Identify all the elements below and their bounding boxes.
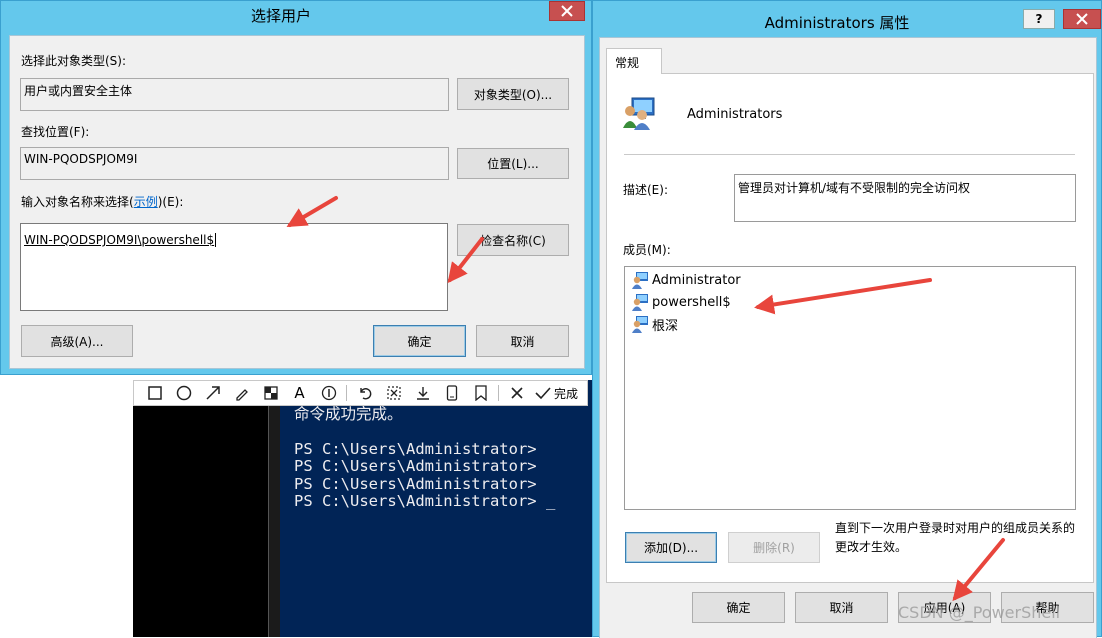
- advanced-button[interactable]: 高级(A)...: [21, 325, 133, 357]
- rectangle-icon[interactable]: [140, 381, 169, 405]
- member-name: powershell$: [652, 294, 731, 310]
- user-icon: [632, 294, 648, 311]
- ok-button[interactable]: 确定: [692, 592, 785, 623]
- locations-button[interactable]: 位置(L)...: [457, 148, 569, 179]
- object-names-label-post: )(E):: [157, 195, 184, 209]
- description-label: 描述(E):: [623, 183, 668, 197]
- remove-button[interactable]: 删除(R): [728, 532, 820, 563]
- object-type-field: 用户或内置安全主体: [20, 78, 449, 111]
- object-type-label: 选择此对象类型(S):: [21, 54, 127, 68]
- number-marker-icon[interactable]: [314, 381, 343, 405]
- members-label: 成员(M):: [623, 243, 671, 257]
- member-name: Administrator: [652, 272, 741, 288]
- tab-general[interactable]: 常规: [606, 48, 662, 74]
- check-icon: [535, 387, 551, 400]
- help-icon[interactable]: ?: [1023, 9, 1055, 29]
- check-names-button[interactable]: 检查名称(C): [457, 224, 569, 256]
- powershell-line: PS C:\Users\Administrator> _: [294, 492, 556, 510]
- phone-icon[interactable]: [437, 381, 466, 405]
- toolbar-divider: [346, 385, 347, 401]
- download-icon[interactable]: [408, 381, 437, 405]
- members-list[interactable]: Administrator powershell$ 根深: [624, 266, 1076, 510]
- powershell-window[interactable]: 命令成功完成。 PS C:\Users\Administrator> PS C:\…: [280, 380, 602, 637]
- member-name: 根深: [652, 318, 679, 334]
- user-icon: [632, 272, 648, 289]
- crop-icon[interactable]: [379, 381, 408, 405]
- membership-note: 直到下一次用户登录时对用户的组成员关系的更改才生效。: [835, 521, 1076, 554]
- object-names-label-pre: 输入对象名称来选择(: [21, 195, 134, 209]
- powershell-line: PS C:\Users\Administrator>: [294, 474, 546, 493]
- done-label: 完成: [554, 386, 579, 401]
- location-label: 查找位置(F):: [21, 125, 90, 139]
- group-name: Administrators: [687, 107, 783, 122]
- ellipse-icon[interactable]: [169, 381, 198, 405]
- list-item[interactable]: Administrator: [631, 269, 1069, 291]
- location-field: WIN-PQODSPJOM9I: [20, 147, 449, 180]
- mosaic-icon[interactable]: [256, 381, 285, 405]
- watermark: CSDN @_PowerShell: [898, 603, 1061, 622]
- cancel-icon[interactable]: [502, 381, 531, 405]
- undo-icon[interactable]: [350, 381, 379, 405]
- dialog-title: 选择用户: [250, 7, 311, 25]
- arrow-icon[interactable]: [198, 381, 227, 405]
- text-caret: ​: [215, 233, 217, 247]
- examples-link[interactable]: 示例: [134, 195, 158, 209]
- terminal-scrollbar[interactable]: [268, 380, 280, 637]
- group-icon: [622, 96, 658, 133]
- list-item[interactable]: powershell$: [631, 291, 1069, 313]
- object-names-value: WIN-PQODSPJOM9I\powershell$: [24, 233, 215, 247]
- cancel-button[interactable]: 取消: [476, 325, 569, 357]
- ok-button[interactable]: 确定: [373, 325, 466, 357]
- object-names-label: 输入对象名称来选择(示例)(E):: [21, 193, 183, 210]
- list-item[interactable]: 根深: [631, 313, 1069, 335]
- text-icon[interactable]: A: [285, 381, 314, 405]
- close-icon: [1076, 13, 1088, 25]
- bookmark-icon[interactable]: [466, 381, 495, 405]
- terminal-background: [133, 380, 273, 637]
- close-button[interactable]: [1063, 9, 1101, 29]
- separator: [624, 154, 1075, 155]
- user-icon: [632, 316, 648, 333]
- toolbar-divider: [498, 385, 499, 401]
- close-button[interactable]: [549, 1, 585, 21]
- close-icon: [561, 5, 573, 17]
- add-button[interactable]: 添加(D)...: [625, 532, 717, 563]
- pen-icon[interactable]: [227, 381, 256, 405]
- powershell-line: 命令成功完成。: [294, 405, 403, 423]
- done-button[interactable]: 完成: [535, 385, 578, 402]
- powershell-line: PS C:\Users\Administrator>: [294, 439, 546, 458]
- description-field[interactable]: 管理员对计算机/域有不受限制的完全访问权: [734, 174, 1076, 222]
- cancel-button[interactable]: 取消: [795, 592, 888, 623]
- screenshot-capture-toolbar: A 完成: [133, 380, 588, 406]
- powershell-line: PS C:\Users\Administrator>: [294, 457, 546, 475]
- object-types-button[interactable]: 对象类型(O)...: [457, 78, 569, 110]
- object-names-input[interactable]: WIN-PQODSPJOM9I\powershell$​: [20, 223, 448, 311]
